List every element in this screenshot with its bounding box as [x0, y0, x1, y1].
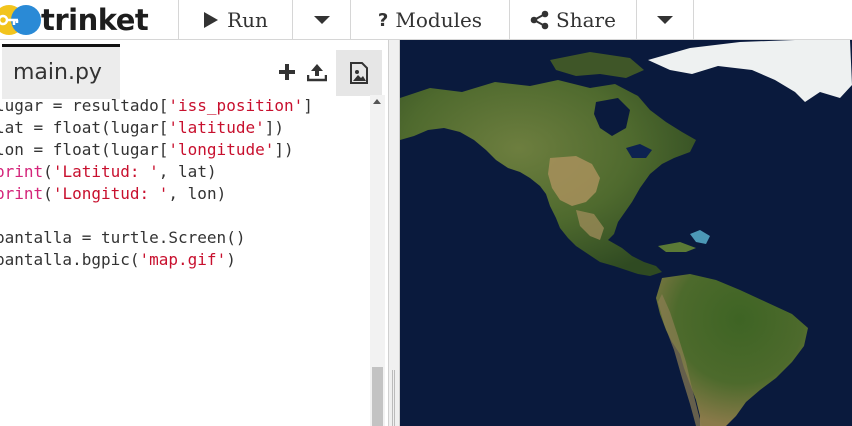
share-label: Share	[556, 8, 616, 32]
question-icon: ?	[377, 9, 389, 31]
run-button[interactable]: Run	[178, 0, 292, 40]
chevron-down-icon	[657, 16, 673, 24]
scroll-up-arrow-icon[interactable]	[373, 99, 381, 104]
code-line: print('Longitud: ', lon)	[0, 184, 227, 203]
code-line: lat = float(lugar['latitude'])	[0, 118, 284, 137]
pane-splitter[interactable]	[388, 40, 400, 426]
code-line: print('Latitud: ', lat)	[0, 162, 217, 181]
splitter-grip-icon	[392, 370, 396, 426]
logo-mark-icon	[0, 3, 41, 37]
tab-main-py[interactable]: main.py	[2, 44, 120, 99]
trinket-logo[interactable]: trinket	[0, 0, 178, 40]
plus-icon	[279, 64, 295, 80]
image-icon	[350, 62, 368, 84]
file-tab-label: main.py	[13, 60, 102, 85]
modules-label: Modules	[395, 8, 483, 32]
chevron-down-icon	[313, 16, 330, 24]
run-label: Run	[227, 8, 268, 32]
code-line: lon = float(lugar['longitude'])	[0, 140, 294, 159]
code-line: pantalla = turtle.Screen()	[0, 228, 246, 247]
scrollbar-thumb[interactable]	[372, 367, 383, 426]
image-library-button[interactable]	[336, 50, 382, 96]
brand-name: trinket	[41, 3, 149, 37]
play-icon	[204, 12, 219, 28]
run-options-dropdown[interactable]	[292, 0, 350, 40]
code-line: lugar = resultado['iss_position']	[0, 96, 313, 115]
code-editor-panel: main.py lugar = resultado['iss_position'…	[0, 40, 388, 426]
add-file-button[interactable]	[272, 50, 302, 94]
top-toolbar: trinket Run ? Modules Share	[0, 0, 852, 40]
modules-button[interactable]: ? Modules	[350, 0, 509, 40]
upload-icon	[307, 64, 327, 82]
file-actions	[272, 50, 332, 94]
share-options-dropdown[interactable]	[636, 0, 694, 40]
code-area[interactable]: lugar = resultado['iss_position']lat = f…	[0, 95, 370, 426]
turtle-output-canvas[interactable]	[400, 40, 852, 426]
world-map-background	[400, 40, 852, 426]
share-icon	[530, 10, 549, 30]
code-line: pantalla.bgpic('map.gif')	[0, 250, 236, 269]
editor-scrollbar[interactable]	[370, 95, 385, 426]
upload-file-button[interactable]	[302, 50, 332, 94]
share-button[interactable]: Share	[509, 0, 636, 40]
